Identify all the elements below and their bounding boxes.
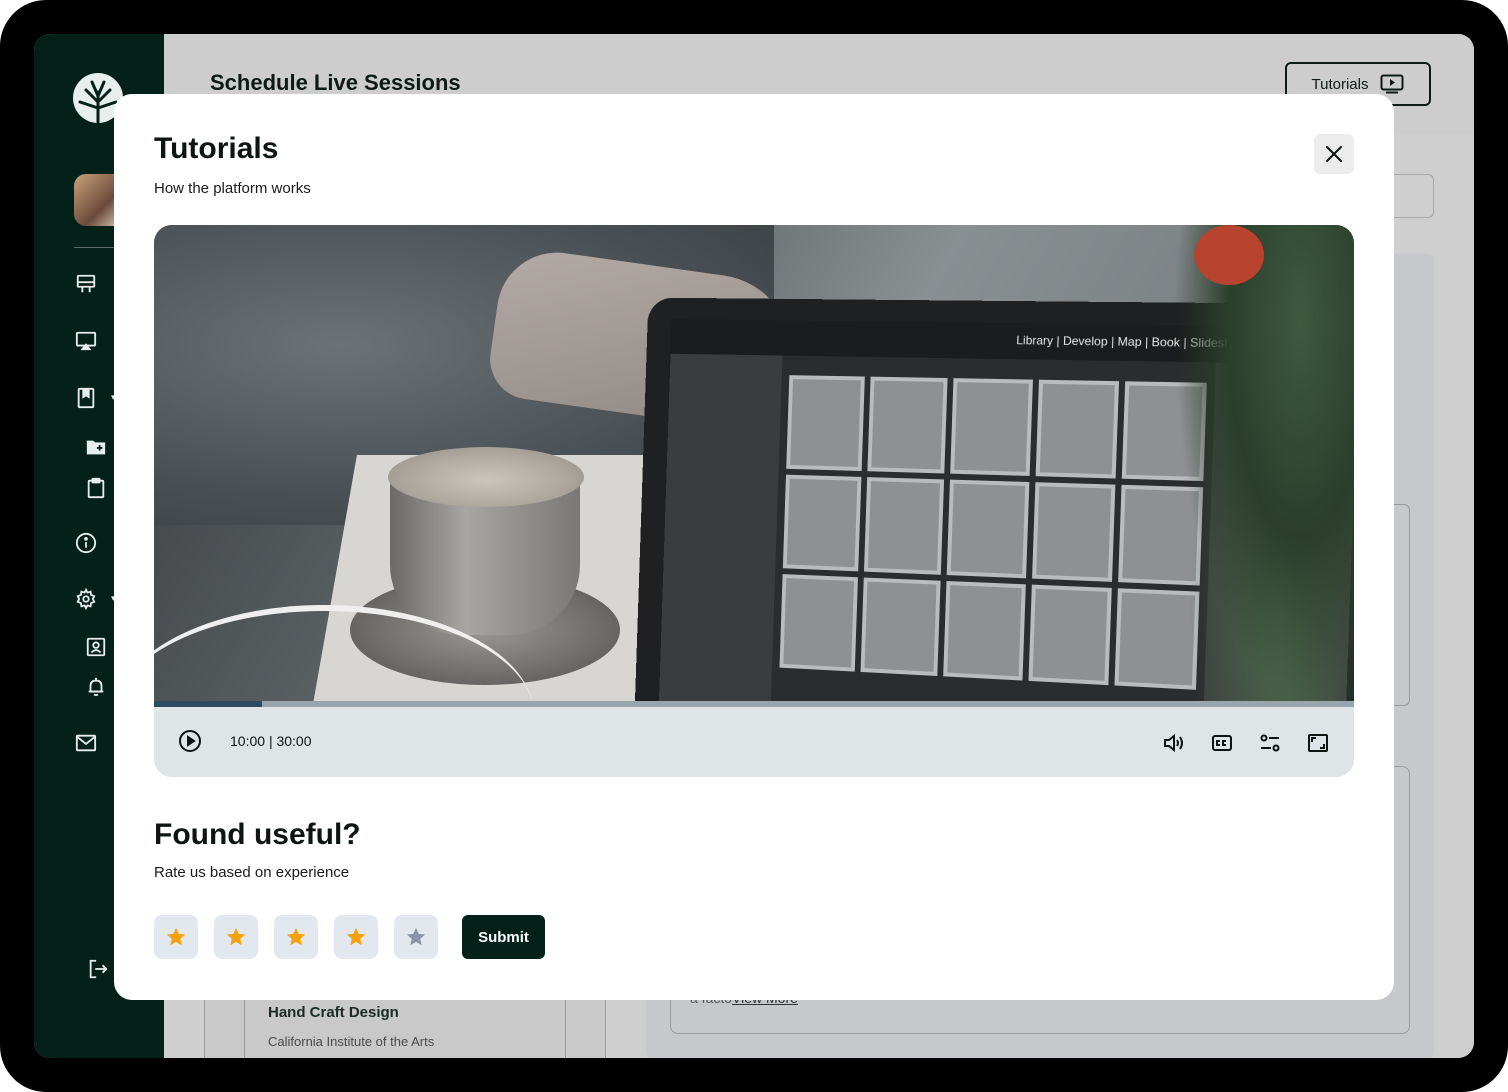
modal-title: Tutorials [154, 132, 278, 166]
fullscreen-icon[interactable] [1305, 730, 1331, 756]
info-icon[interactable] [74, 531, 98, 555]
video-time: 10:00 | 30:00 [230, 733, 312, 749]
video-frame[interactable]: Library | Develop | Map | Book | Slidesh… [154, 225, 1354, 703]
volume-icon[interactable] [1161, 730, 1187, 756]
video-current-time: 10:00 [230, 733, 265, 749]
gear-icon[interactable] [74, 587, 98, 611]
screen-share-icon[interactable] [74, 329, 98, 353]
star-button[interactable] [334, 915, 378, 959]
star-button[interactable] [274, 915, 318, 959]
close-button[interactable] [1314, 134, 1354, 174]
rating-title: Found useful? [154, 818, 361, 852]
star-icon [345, 926, 367, 948]
app-screen: Schedule Live Sessions Tutorials a facto… [34, 34, 1474, 1058]
logout-icon[interactable] [86, 957, 110, 981]
star-icon [405, 926, 427, 948]
video-time-separator: | [269, 733, 273, 749]
settings-sliders-icon[interactable] [1257, 730, 1283, 756]
video-scene-flower [1194, 225, 1264, 285]
tutorials-modal: Tutorials How the platform works Library… [114, 94, 1394, 1000]
device-frame: Schedule Live Sessions Tutorials a facto… [0, 0, 1508, 1092]
course-card-subtitle: California Institute of the Arts [268, 1034, 434, 1049]
video-duration: 30:00 [276, 733, 311, 749]
video-scene-cup-rim [388, 447, 584, 507]
laptop-photo-grid [779, 375, 1206, 690]
play-icon[interactable] [177, 728, 203, 754]
modal-subtitle: How the platform works [154, 180, 311, 197]
bookmark-icon[interactable] [74, 386, 98, 410]
closed-captions-icon[interactable] [1209, 730, 1235, 756]
star-icon [285, 926, 307, 948]
clipboard-icon[interactable] [84, 476, 108, 500]
course-card-title: Hand Craft Design [268, 1004, 399, 1021]
star-icon [165, 926, 187, 948]
laptop-left-panel [659, 354, 783, 703]
submit-button[interactable]: Submit [462, 915, 545, 959]
video-player[interactable]: Library | Develop | Map | Book | Slidesh… [154, 225, 1354, 777]
bell-icon[interactable] [84, 675, 108, 699]
star-button[interactable] [394, 915, 438, 959]
rating-subtitle: Rate us based on experience [154, 864, 349, 881]
profile-card-icon[interactable] [84, 635, 108, 659]
tutorials-button-label: Tutorials [1312, 76, 1369, 93]
folder-add-icon[interactable] [84, 435, 108, 459]
star-button[interactable] [154, 915, 198, 959]
star-icon [225, 926, 247, 948]
star-button[interactable] [214, 915, 258, 959]
dashboard-icon[interactable] [74, 272, 98, 296]
page-title: Schedule Live Sessions [210, 70, 461, 96]
video-play-icon [1380, 74, 1404, 94]
close-icon [1325, 145, 1343, 163]
video-scene-plant [1174, 225, 1354, 703]
mail-icon[interactable] [74, 731, 98, 755]
